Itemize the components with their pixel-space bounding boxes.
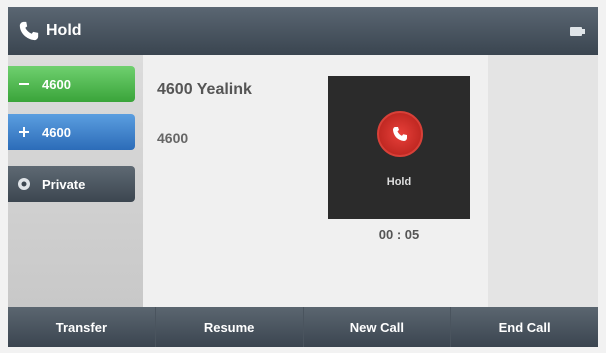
status-label: Hold [386, 176, 412, 188]
line-key-1[interactable]: 4600 [8, 66, 135, 102]
call-info-panel: 4600 Yealink 4600 Hold 00 : 05 [143, 55, 488, 307]
line-key-2[interactable]: 4600 [8, 114, 135, 150]
phone-handset-icon [19, 21, 39, 41]
caller-name: 4600 Yealink [157, 81, 252, 98]
transfer-button[interactable]: Transfer [8, 307, 156, 347]
line-key-label: 4600 [42, 76, 71, 92]
resume-button[interactable]: Resume [156, 307, 304, 347]
right-panel [488, 55, 598, 307]
hold-status-indicator [377, 111, 423, 157]
line-key-label: 4600 [42, 124, 71, 140]
soft-key-bar: Transfer Resume New Call End Call [8, 307, 598, 347]
title-bar: Hold [8, 7, 598, 55]
new-call-button[interactable]: New Call [304, 307, 452, 347]
network-status-icon [570, 27, 585, 36]
settings-icon [18, 178, 30, 190]
plus-icon [19, 127, 29, 137]
phone-device: Hold 4600 4600 Private 4600 Yealink 4600… [0, 0, 606, 353]
page-title: Hold [46, 22, 82, 39]
end-call-button[interactable]: End Call [451, 307, 598, 347]
line-icon [19, 83, 29, 85]
call-timer: 00 : 05 [378, 227, 420, 242]
caller-number: 4600 [157, 130, 189, 146]
line-key-3[interactable]: Private [8, 166, 135, 202]
phone-screen: Hold 4600 4600 Private 4600 Yealink 4600… [8, 7, 598, 347]
line-key-label: Private [42, 176, 86, 192]
hold-icon [393, 127, 407, 141]
call-status-box: Hold [328, 76, 470, 219]
